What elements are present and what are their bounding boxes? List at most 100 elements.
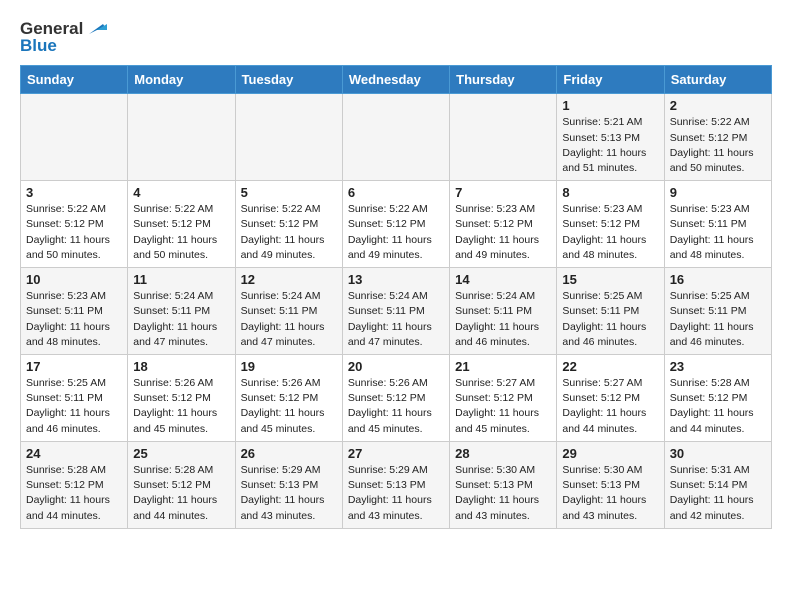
logo: General Blue — [20, 20, 107, 55]
day-number: 4 — [133, 185, 229, 200]
header: General Blue — [20, 16, 772, 55]
day-info: Sunrise: 5:28 AMSunset: 5:12 PMDaylight:… — [133, 463, 229, 524]
calendar-cell — [342, 94, 449, 181]
calendar-week-row: 3 Sunrise: 5:22 AMSunset: 5:12 PMDaylight… — [21, 181, 772, 268]
day-number: 17 — [26, 359, 122, 374]
calendar-cell: 15 Sunrise: 5:25 AMSunset: 5:11 PMDayligh… — [557, 268, 664, 355]
day-number: 16 — [670, 272, 766, 287]
calendar-cell: 12 Sunrise: 5:24 AMSunset: 5:11 PMDayligh… — [235, 268, 342, 355]
logo-box: General Blue — [20, 20, 107, 55]
calendar-cell: 3 Sunrise: 5:22 AMSunset: 5:12 PMDaylight… — [21, 181, 128, 268]
day-number: 20 — [348, 359, 444, 374]
day-info: Sunrise: 5:28 AMSunset: 5:12 PMDaylight:… — [670, 376, 766, 437]
calendar-cell: 19 Sunrise: 5:26 AMSunset: 5:12 PMDayligh… — [235, 355, 342, 442]
calendar-week-row: 1Sunrise: 5:21 AMSunset: 5:13 PMDaylight… — [21, 94, 772, 181]
calendar-cell — [450, 94, 557, 181]
day-number: 2 — [670, 98, 766, 113]
calendar-cell: 28Sunrise: 5:30 AMSunset: 5:13 PMDayligh… — [450, 441, 557, 528]
calendar-cell: 8Sunrise: 5:23 AMSunset: 5:12 PMDaylight… — [557, 181, 664, 268]
calendar-cell: 17 Sunrise: 5:25 AMSunset: 5:11 PMDayligh… — [21, 355, 128, 442]
calendar-cell: 20Sunrise: 5:26 AMSunset: 5:12 PMDayligh… — [342, 355, 449, 442]
day-number: 19 — [241, 359, 337, 374]
calendar-cell: 29 Sunrise: 5:30 AMSunset: 5:13 PMDayligh… — [557, 441, 664, 528]
day-info: Sunrise: 5:22 AMSunset: 5:12 PMDaylight:… — [348, 202, 444, 263]
day-info: Sunrise: 5:31 AMSunset: 5:14 PMDaylight:… — [670, 463, 766, 524]
day-of-week-header: Monday — [128, 66, 235, 94]
day-info: Sunrise: 5:30 AMSunset: 5:13 PMDaylight:… — [562, 463, 658, 524]
day-info: Sunrise: 5:23 AMSunset: 5:11 PMDaylight:… — [26, 289, 122, 350]
calendar-cell: 13 Sunrise: 5:24 AMSunset: 5:11 PMDayligh… — [342, 268, 449, 355]
calendar-cell — [128, 94, 235, 181]
day-number: 10 — [26, 272, 122, 287]
calendar-cell: 26Sunrise: 5:29 AMSunset: 5:13 PMDayligh… — [235, 441, 342, 528]
day-info: Sunrise: 5:25 AMSunset: 5:11 PMDaylight:… — [562, 289, 658, 350]
page: General Blue SundayMondayTuesdayWednesda… — [0, 0, 792, 545]
day-info: Sunrise: 5:25 AMSunset: 5:11 PMDaylight:… — [670, 289, 766, 350]
calendar-cell: 16 Sunrise: 5:25 AMSunset: 5:11 PMDayligh… — [664, 268, 771, 355]
calendar-cell: 23 Sunrise: 5:28 AMSunset: 5:12 PMDayligh… — [664, 355, 771, 442]
day-number: 23 — [670, 359, 766, 374]
day-info: Sunrise: 5:22 AMSunset: 5:12 PMDaylight:… — [26, 202, 122, 263]
day-number: 12 — [241, 272, 337, 287]
calendar-cell: 27 Sunrise: 5:29 AMSunset: 5:13 PMDayligh… — [342, 441, 449, 528]
calendar-cell: 9 Sunrise: 5:23 AMSunset: 5:11 PMDaylight… — [664, 181, 771, 268]
calendar-cell: 22 Sunrise: 5:27 AMSunset: 5:12 PMDayligh… — [557, 355, 664, 442]
calendar-week-row: 10 Sunrise: 5:23 AMSunset: 5:11 PMDayligh… — [21, 268, 772, 355]
day-info: Sunrise: 5:23 AMSunset: 5:12 PMDaylight:… — [455, 202, 551, 263]
calendar-cell: 6Sunrise: 5:22 AMSunset: 5:12 PMDaylight… — [342, 181, 449, 268]
day-info: Sunrise: 5:30 AMSunset: 5:13 PMDaylight:… — [455, 463, 551, 524]
day-of-week-header: Wednesday — [342, 66, 449, 94]
day-info: Sunrise: 5:24 AMSunset: 5:11 PMDaylight:… — [348, 289, 444, 350]
day-of-week-header: Tuesday — [235, 66, 342, 94]
day-number: 22 — [562, 359, 658, 374]
day-number: 13 — [348, 272, 444, 287]
day-of-week-header: Sunday — [21, 66, 128, 94]
day-number: 7 — [455, 185, 551, 200]
calendar-cell: 25 Sunrise: 5:28 AMSunset: 5:12 PMDayligh… — [128, 441, 235, 528]
day-info: Sunrise: 5:27 AMSunset: 5:12 PMDaylight:… — [562, 376, 658, 437]
day-info: Sunrise: 5:24 AMSunset: 5:11 PMDaylight:… — [455, 289, 551, 350]
calendar-cell: 11 Sunrise: 5:24 AMSunset: 5:11 PMDayligh… — [128, 268, 235, 355]
day-info: Sunrise: 5:27 AMSunset: 5:12 PMDaylight:… — [455, 376, 551, 437]
calendar-week-row: 24 Sunrise: 5:28 AMSunset: 5:12 PMDayligh… — [21, 441, 772, 528]
day-number: 11 — [133, 272, 229, 287]
day-number: 14 — [455, 272, 551, 287]
day-number: 5 — [241, 185, 337, 200]
day-number: 27 — [348, 446, 444, 461]
day-number: 24 — [26, 446, 122, 461]
day-info: Sunrise: 5:23 AMSunset: 5:11 PMDaylight:… — [670, 202, 766, 263]
calendar-table: SundayMondayTuesdayWednesdayThursdayFrid… — [20, 65, 772, 528]
calendar-cell: 5 Sunrise: 5:22 AMSunset: 5:12 PMDaylight… — [235, 181, 342, 268]
logo-blue-text: Blue — [20, 37, 57, 56]
calendar-cell: 7 Sunrise: 5:23 AMSunset: 5:12 PMDaylight… — [450, 181, 557, 268]
day-info: Sunrise: 5:26 AMSunset: 5:12 PMDaylight:… — [241, 376, 337, 437]
day-info: Sunrise: 5:29 AMSunset: 5:13 PMDaylight:… — [241, 463, 337, 524]
calendar-cell — [235, 94, 342, 181]
day-number: 9 — [670, 185, 766, 200]
day-number: 18 — [133, 359, 229, 374]
day-info: Sunrise: 5:26 AMSunset: 5:12 PMDaylight:… — [133, 376, 229, 437]
calendar-cell: 21 Sunrise: 5:27 AMSunset: 5:12 PMDayligh… — [450, 355, 557, 442]
day-number: 3 — [26, 185, 122, 200]
day-info: Sunrise: 5:24 AMSunset: 5:11 PMDaylight:… — [133, 289, 229, 350]
day-info: Sunrise: 5:22 AMSunset: 5:12 PMDaylight:… — [241, 202, 337, 263]
day-info: Sunrise: 5:28 AMSunset: 5:12 PMDaylight:… — [26, 463, 122, 524]
day-info: Sunrise: 5:25 AMSunset: 5:11 PMDaylight:… — [26, 376, 122, 437]
day-number: 29 — [562, 446, 658, 461]
day-info: Sunrise: 5:29 AMSunset: 5:13 PMDaylight:… — [348, 463, 444, 524]
day-info: Sunrise: 5:24 AMSunset: 5:11 PMDaylight:… — [241, 289, 337, 350]
day-number: 15 — [562, 272, 658, 287]
calendar-cell — [21, 94, 128, 181]
day-info: Sunrise: 5:23 AMSunset: 5:12 PMDaylight:… — [562, 202, 658, 263]
calendar-cell: 18 Sunrise: 5:26 AMSunset: 5:12 PMDayligh… — [128, 355, 235, 442]
day-info: Sunrise: 5:22 AMSunset: 5:12 PMDaylight:… — [133, 202, 229, 263]
day-number: 25 — [133, 446, 229, 461]
calendar-cell: 10 Sunrise: 5:23 AMSunset: 5:11 PMDayligh… — [21, 268, 128, 355]
day-number: 21 — [455, 359, 551, 374]
day-info: Sunrise: 5:22 AMSunset: 5:12 PMDaylight:… — [670, 115, 766, 176]
calendar-cell: 2 Sunrise: 5:22 AMSunset: 5:12 PMDaylight… — [664, 94, 771, 181]
calendar-cell: 24 Sunrise: 5:28 AMSunset: 5:12 PMDayligh… — [21, 441, 128, 528]
day-number: 30 — [670, 446, 766, 461]
day-of-week-header: Thursday — [450, 66, 557, 94]
calendar-cell: 1Sunrise: 5:21 AMSunset: 5:13 PMDaylight… — [557, 94, 664, 181]
